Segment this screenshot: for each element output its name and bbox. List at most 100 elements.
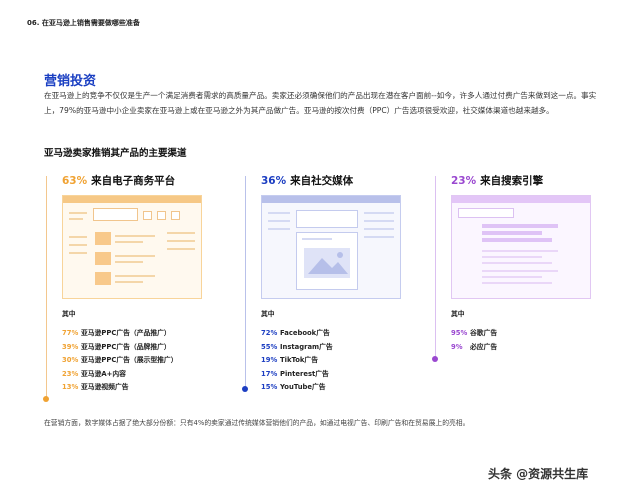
channel-heading: 23% 来自搜索引擎 <box>451 173 640 188</box>
item-percent: 77% <box>62 329 79 337</box>
timeline-dot-search <box>432 356 438 362</box>
product-image-illustration <box>95 252 111 265</box>
social-breakdown-list: 其中 72% Facebook广告 55% Instagram广告 19% TikTo… <box>261 308 431 395</box>
social-page-illustration <box>261 195 401 299</box>
text-line <box>482 256 542 258</box>
text-line <box>482 282 552 284</box>
text-line <box>167 240 195 242</box>
list-item: 72% Facebook广告 <box>261 327 431 341</box>
item-percent: 23% <box>62 369 79 378</box>
text-line <box>115 275 155 277</box>
text-line <box>482 276 542 278</box>
item-percent: 15% <box>261 383 278 391</box>
list-item: 23% 亚马逊A+内容 <box>62 368 232 382</box>
browser-bar <box>63 196 201 203</box>
channel-percent: 36% <box>261 175 287 187</box>
item-percent: 19% <box>261 356 278 364</box>
list-title: 其中 <box>261 310 275 318</box>
item-percent: 55% <box>261 342 278 351</box>
ecommerce-breakdown-list: 其中 77% 亚马逊PPC广告（产品推广） 39% 亚马逊PPC广告（品牌推广） 3… <box>62 308 232 395</box>
text-line <box>167 248 195 250</box>
product-image-illustration <box>95 272 111 285</box>
item-label: 亚马逊PPC广告（产品推广） <box>81 329 171 337</box>
text-line <box>364 236 394 238</box>
item-percent: 95% <box>451 329 468 337</box>
search-breakdown-list: 其中 95% 谷歌广告 9% 必应广告 <box>451 308 621 354</box>
text-line <box>364 220 394 222</box>
image-placeholder-icon <box>304 248 350 278</box>
channel-percent: 23% <box>451 175 477 187</box>
item-percent: 30% <box>62 356 79 364</box>
item-label: 必应广告 <box>470 342 498 351</box>
timeline-dot-social <box>242 386 248 392</box>
search-page-illustration <box>451 195 591 299</box>
list-item: 55% Instagram广告 <box>261 341 431 355</box>
text-line <box>167 232 195 234</box>
text-line <box>302 238 332 240</box>
channel-label: 来自搜索引擎 <box>480 175 544 187</box>
item-label: TikTok广告 <box>280 356 319 364</box>
text-line <box>69 244 87 246</box>
timeline-line-social <box>245 176 246 388</box>
channel-search: 23% 来自搜索引擎 <box>451 173 640 188</box>
text-line <box>115 261 143 263</box>
browser-bar <box>262 196 400 203</box>
text-line <box>364 228 394 230</box>
list-item: 9% 必应广告 <box>451 341 621 355</box>
list-item: 39% 亚马逊PPC广告（品牌推广） <box>62 341 232 355</box>
text-line <box>115 281 143 283</box>
intro-paragraph: 在亚马逊上的竞争不仅仅是生产一个满足消费者需求的高质量产品。卖家还必须确保他们的… <box>44 91 597 115</box>
item-label: 谷歌广告 <box>470 329 498 337</box>
text-line <box>69 252 87 254</box>
text-line <box>268 228 290 230</box>
list-title: 其中 <box>451 310 465 318</box>
page-header: 06. 在亚马逊上销售需要做哪些准备 <box>27 19 140 27</box>
channel-ecommerce: 63% 来自电子商务平台 <box>62 173 252 188</box>
channel-label: 来自电子商务平台 <box>91 175 176 187</box>
product-image-illustration <box>95 232 111 245</box>
browser-bar <box>452 196 590 203</box>
list-item: 77% 亚马逊PPC广告（产品推广） <box>62 327 232 341</box>
post-box-illustration <box>296 210 358 228</box>
item-label: YouTube广告 <box>280 383 326 391</box>
item-label: 亚马逊PPC广告（品牌推广） <box>81 342 171 351</box>
ecommerce-page-illustration <box>62 195 202 299</box>
list-item: 30% 亚马逊PPC广告（展示型推广） <box>62 354 232 368</box>
channel-label: 来自社交媒体 <box>290 175 354 187</box>
item-percent: 39% <box>62 342 79 351</box>
text-line <box>268 220 290 222</box>
channel-heading: 63% 来自电子商务平台 <box>62 173 252 188</box>
text-line <box>364 212 394 214</box>
list-item: 17% Pinterest广告 <box>261 368 431 382</box>
item-percent: 72% <box>261 329 278 337</box>
item-label: Facebook广告 <box>280 329 330 337</box>
text-line <box>482 250 558 252</box>
text-line <box>268 212 290 214</box>
square-illustration <box>171 211 180 220</box>
item-label: 亚马逊视频广告 <box>81 383 129 391</box>
text-line <box>69 236 87 238</box>
text-line <box>115 235 155 237</box>
text-line <box>115 255 155 257</box>
item-label: Instagram广告 <box>280 342 333 351</box>
channel-heading: 36% 来自社交媒体 <box>261 173 451 188</box>
footnote: 在营销方面，数字媒体占据了绝大部分份额：只有4%的卖家通过传统媒体营销他们的产品… <box>44 419 470 427</box>
channels-subtitle: 亚马逊卖家推销其产品的主要渠道 <box>44 148 187 159</box>
item-label: 亚马逊PPC广告（展示型推广） <box>81 356 178 364</box>
watermark: 头条 @资源共生库 <box>488 467 589 481</box>
list-item: 15% YouTube广告 <box>261 381 431 395</box>
channel-percent: 63% <box>62 175 88 187</box>
text-line <box>69 218 83 220</box>
item-label: Pinterest广告 <box>280 369 329 378</box>
text-line <box>482 262 552 264</box>
timeline-dot-ecommerce <box>43 396 49 402</box>
text-line <box>69 212 87 214</box>
search-box-illustration <box>458 208 514 218</box>
item-percent: 13% <box>62 383 79 391</box>
text-line <box>482 270 558 272</box>
list-item: 19% TikTok广告 <box>261 354 431 368</box>
timeline-line-search <box>435 176 436 358</box>
item-label: 亚马逊A+内容 <box>81 369 126 378</box>
square-illustration <box>143 211 152 220</box>
list-item: 95% 谷歌广告 <box>451 327 621 341</box>
